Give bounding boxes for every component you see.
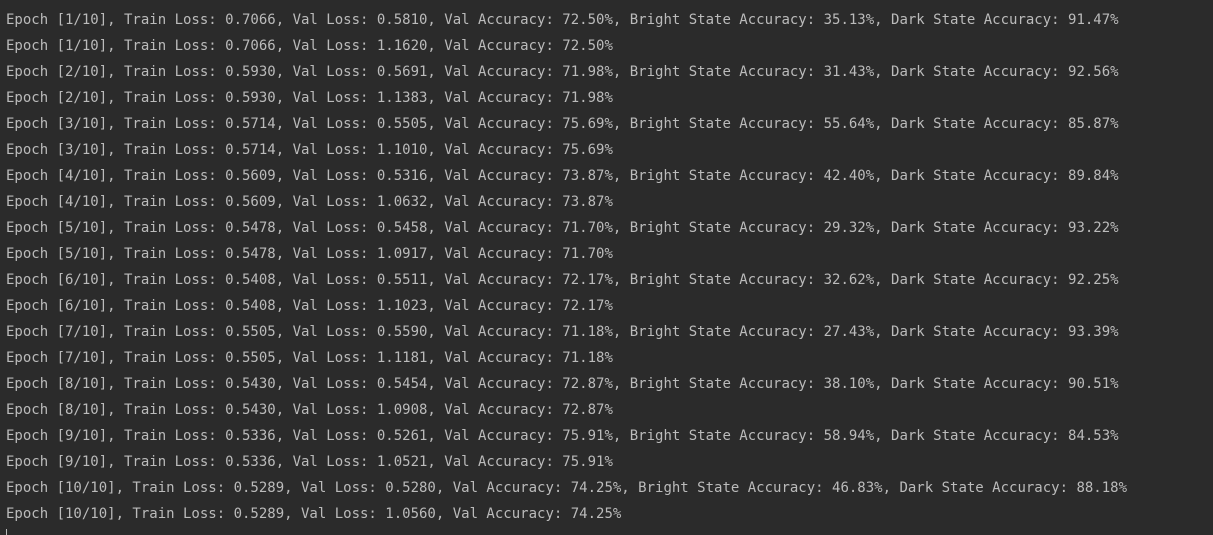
console-line: Epoch [7/10], Train Loss: 0.5505, Val Lo… [6, 324, 1119, 340]
console-line: Epoch [10/10], Train Loss: 0.5289, Val L… [6, 506, 622, 522]
console-line: Epoch [8/10], Train Loss: 0.5430, Val Lo… [6, 402, 613, 418]
console-line: Epoch [6/10], Train Loss: 0.5408, Val Lo… [6, 298, 613, 314]
console-line: Epoch [1/10], Train Loss: 0.7066, Val Lo… [6, 12, 1119, 28]
console-output[interactable]: Epoch [1/10], Train Loss: 0.7066, Val Lo… [0, 0, 1213, 535]
console-line: Epoch [9/10], Train Loss: 0.5336, Val Lo… [6, 454, 613, 470]
text-cursor [6, 529, 7, 535]
console-line: Epoch [5/10], Train Loss: 0.5478, Val Lo… [6, 246, 613, 262]
console-line: Epoch [3/10], Train Loss: 0.5714, Val Lo… [6, 116, 1119, 132]
console-line: Epoch [5/10], Train Loss: 0.5478, Val Lo… [6, 220, 1119, 236]
console-line: Epoch [10/10], Train Loss: 0.5289, Val L… [6, 480, 1128, 496]
console-line: Epoch [8/10], Train Loss: 0.5430, Val Lo… [6, 376, 1119, 392]
console-line: Epoch [4/10], Train Loss: 0.5609, Val Lo… [6, 194, 613, 210]
console-line: Epoch [1/10], Train Loss: 0.7066, Val Lo… [6, 38, 613, 54]
console-line: Epoch [7/10], Train Loss: 0.5505, Val Lo… [6, 350, 613, 366]
console-line: Epoch [3/10], Train Loss: 0.5714, Val Lo… [6, 142, 613, 158]
console-lines: Epoch [1/10], Train Loss: 0.7066, Val Lo… [6, 7, 1127, 527]
console-line: Epoch [2/10], Train Loss: 0.5930, Val Lo… [6, 64, 1119, 80]
console-line: Epoch [4/10], Train Loss: 0.5609, Val Lo… [6, 168, 1119, 184]
console-line: Epoch [2/10], Train Loss: 0.5930, Val Lo… [6, 90, 613, 106]
console-line: Epoch [6/10], Train Loss: 0.5408, Val Lo… [6, 272, 1119, 288]
console-line: Epoch [9/10], Train Loss: 0.5336, Val Lo… [6, 428, 1119, 444]
